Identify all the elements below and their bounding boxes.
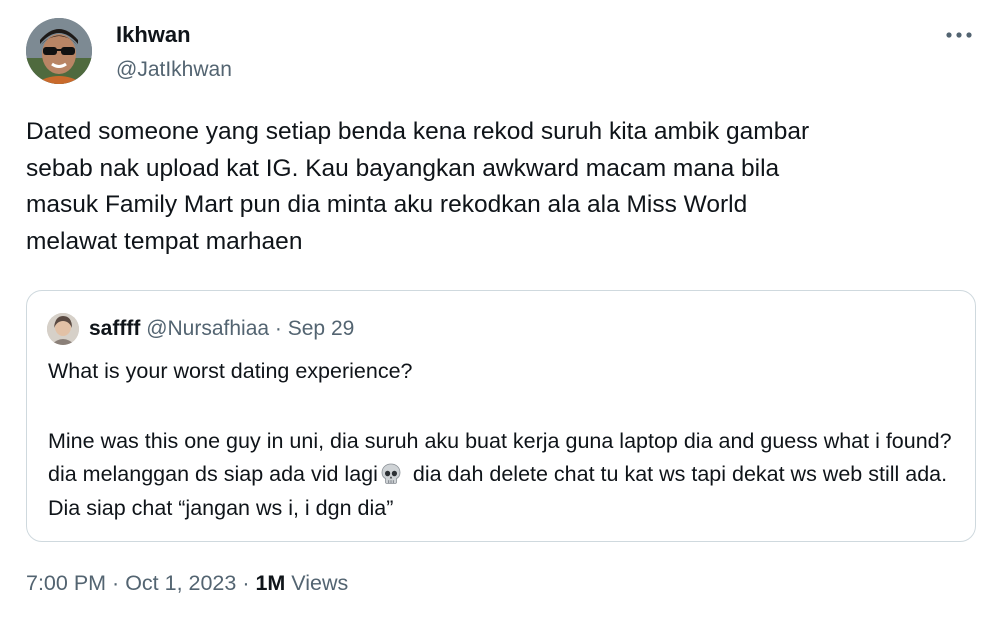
views-label[interactable]: Views [285, 571, 348, 595]
tweet-date[interactable]: Oct 1, 2023 [125, 571, 236, 595]
meta-separator: · [106, 571, 126, 595]
quoted-tweet-header: saffff @Nursafhiaa · Sep 29 [89, 317, 354, 341]
quoted-tweet[interactable]: saffff @Nursafhiaa · Sep 29 What is your… [26, 290, 976, 542]
dot-separator: · [274, 317, 282, 340]
more-options-button[interactable] [942, 22, 976, 48]
quoted-author-name[interactable]: saffff [89, 317, 140, 340]
quoted-paragraph-question: What is your worst dating experience? [48, 359, 413, 383]
profile-photo-icon [26, 18, 92, 84]
views-count[interactable]: 1M [255, 571, 285, 595]
more-horizontal-icon [946, 32, 972, 38]
author-name[interactable]: Ikhwan [116, 22, 191, 48]
author-handle[interactable]: @JatIkhwan [116, 58, 232, 82]
profile-photo-woman-icon [47, 313, 79, 345]
quoted-tweet-date[interactable]: Sep 29 [288, 317, 355, 340]
quoted-author-handle[interactable]: @Nursafhiaa [146, 317, 269, 340]
quoted-paragraph-story: Mine was this one guy in uni, dia suruh … [48, 425, 958, 526]
author-avatar[interactable] [26, 18, 92, 84]
tweet-time[interactable]: 7:00 PM [26, 571, 106, 595]
quoted-tweet-text: What is your worst dating experience? Mi… [48, 355, 958, 525]
tweet-card: Ikhwan @JatIkhwan Dated someone yang set… [0, 0, 1000, 623]
tweet-text: Dated someone yang setiap benda kena rek… [26, 118, 810, 255]
skull-icon [379, 462, 403, 486]
tweet-meta: 7:00 PM · Oct 1, 2023 · 1M Views [26, 571, 348, 596]
meta-separator: · [236, 571, 256, 595]
quoted-author-avatar[interactable] [47, 313, 79, 345]
